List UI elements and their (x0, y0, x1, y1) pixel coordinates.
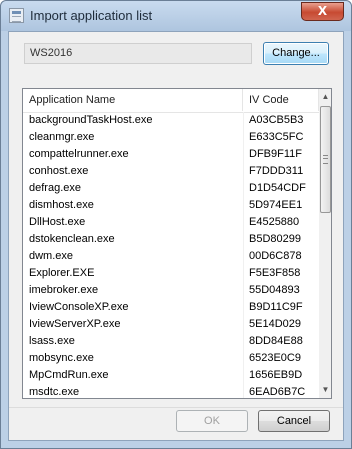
table-row[interactable]: conhost.exe F7DDD311 (23, 163, 319, 180)
chevron-up-icon[interactable]: ▲ (319, 89, 331, 105)
iv-code-cell: E4525880 (249, 216, 300, 228)
application-name-cell: imebroker.exe (29, 284, 99, 296)
application-name-cell: DllHost.exe (29, 216, 86, 228)
iv-code-cell: 5E14D029 (249, 318, 301, 330)
column-header-application-name[interactable]: Application Name (23, 89, 243, 111)
iv-code-cell: B9D11C9F (249, 301, 303, 313)
close-button[interactable]: X (301, 2, 344, 21)
iv-code-cell: DFB9F11F (249, 148, 302, 160)
iv-code-cell: 5D974EE1 (249, 199, 303, 211)
application-name-cell: defrag.exe (29, 182, 81, 194)
application-list[interactable]: Application Name IV Code backgroundTaskH… (22, 88, 332, 399)
application-name-cell: IviewConsoleXP.exe (29, 301, 129, 313)
list-rows: backgroundTaskHost.exe A03CB5B3 cleanmgr.e… (23, 112, 319, 398)
iv-code-cell: B5D80299 (249, 233, 301, 245)
application-name-cell: lsass.exe (29, 335, 75, 347)
application-name-cell: dismhost.exe (29, 199, 94, 211)
application-name-cell: dwm.exe (29, 250, 74, 262)
application-name-cell: msdtc.exe (29, 386, 80, 398)
table-row[interactable]: compattelrunner.exe DFB9F11F (23, 146, 319, 163)
table-row[interactable]: mobsync.exe 6523E0C9 (23, 350, 319, 367)
table-row[interactable]: IviewConsoleXP.exe B9D11C9F (23, 299, 319, 316)
table-row[interactable]: msdtc.exe 6EAD6B7C (23, 384, 319, 398)
table-row[interactable]: dismhost.exe 5D974EE1 (23, 197, 319, 214)
application-name-cell: backgroundTaskHost.exe (29, 114, 153, 126)
grip-icon (323, 155, 328, 164)
app-window-icon (9, 8, 24, 23)
table-row[interactable]: lsass.exe 8DD84E88 (23, 333, 319, 350)
application-name-cell: Explorer.EXE (29, 267, 95, 279)
column-header-iv-code[interactable]: IV Code (243, 89, 319, 111)
application-name-cell: conhost.exe (29, 165, 89, 177)
application-name-cell: compattelrunner.exe (29, 148, 129, 160)
iv-code-cell: E633C5FC (249, 131, 304, 143)
scroll-thumb[interactable] (320, 106, 331, 213)
table-row[interactable]: imebroker.exe 55D04893 (23, 282, 319, 299)
window-title: Import application list (30, 8, 153, 23)
table-row[interactable]: MpCmdRun.exe 1656EB9D (23, 367, 319, 384)
application-name-cell: cleanmgr.exe (29, 131, 95, 143)
table-row[interactable]: Explorer.EXE F5E3F858 (23, 265, 319, 282)
iv-code-cell: F5E3F858 (249, 267, 301, 279)
table-row[interactable]: backgroundTaskHost.exe A03CB5B3 (23, 112, 319, 129)
title-bar[interactable]: Import application list X (1, 1, 351, 31)
iv-code-cell: 00D6C878 (249, 250, 302, 262)
table-row[interactable]: defrag.exe D1D54CDF (23, 180, 319, 197)
divider (9, 407, 343, 408)
iv-code-cell: 6523E0C9 (249, 352, 301, 364)
application-name-cell: IviewServerXP.exe (29, 318, 121, 330)
iv-code-cell: 1656EB9D (249, 369, 303, 381)
iv-code-cell: 6EAD6B7C (249, 386, 306, 398)
table-row[interactable]: dstokenclean.exe B5D80299 (23, 231, 319, 248)
iv-code-cell: 8DD84E88 (249, 335, 303, 347)
change-server-button[interactable]: Change... (263, 42, 329, 65)
import-dialog: Import application list X WS2016 Change.… (0, 0, 352, 449)
iv-code-cell: 55D04893 (249, 284, 300, 296)
table-row[interactable]: IviewServerXP.exe 5E14D029 (23, 316, 319, 333)
ok-button[interactable]: OK (176, 410, 248, 432)
chevron-down-icon[interactable]: ▼ (319, 382, 331, 398)
table-row[interactable]: DllHost.exe E4525880 (23, 214, 319, 231)
iv-code-cell: A03CB5B3 (249, 114, 304, 126)
iv-code-cell: D1D54CDF (249, 182, 306, 194)
list-header: Application Name IV Code (23, 89, 319, 113)
dialog-body: WS2016 Change... Application Name IV Cod… (8, 31, 344, 441)
table-row[interactable]: dwm.exe 00D6C878 (23, 248, 319, 265)
server-name-field: WS2016 (24, 43, 252, 64)
cancel-button[interactable]: Cancel (258, 410, 330, 432)
application-name-cell: MpCmdRun.exe (29, 369, 109, 381)
application-name-cell: dstokenclean.exe (29, 233, 115, 245)
application-name-cell: mobsync.exe (29, 352, 94, 364)
vertical-scrollbar[interactable]: ▲ ▼ (319, 89, 331, 398)
table-row[interactable]: cleanmgr.exe E633C5FC (23, 129, 319, 146)
iv-code-cell: F7DDD311 (249, 165, 304, 177)
